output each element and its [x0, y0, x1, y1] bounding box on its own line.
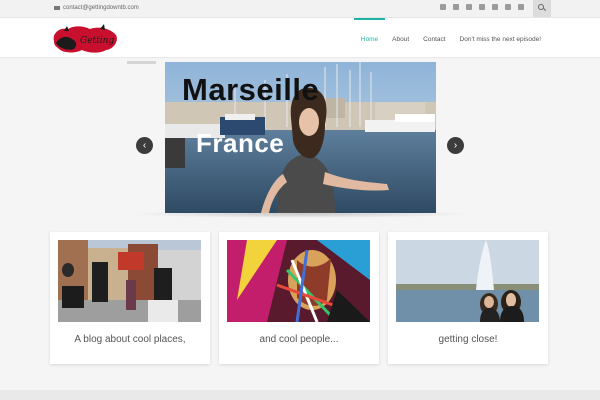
- linkedin-icon[interactable]: [479, 4, 485, 10]
- site-logo[interactable]: Getting: [50, 23, 120, 55]
- top-bar: contact@gettingdowntb.com: [0, 0, 600, 18]
- slide-title-country: France: [196, 128, 285, 158]
- contact-email-link[interactable]: contact@gettingdowntb.com: [54, 5, 139, 11]
- main-nav: Home About Contact Don't miss the next e…: [353, 18, 548, 58]
- slider-tab: [127, 61, 156, 64]
- slide-title-city: Marseille: [182, 72, 320, 107]
- slider-next-button[interactable]: ›: [447, 137, 464, 154]
- card-caption: A blog about cool places,: [74, 334, 186, 345]
- feature-card[interactable]: A blog about cool places,: [50, 232, 210, 364]
- social-links: [440, 4, 524, 10]
- card-image-statues: [58, 240, 201, 322]
- hero-slider: Marseille France: [165, 62, 436, 213]
- nav-contact[interactable]: Contact: [416, 18, 452, 58]
- feature-card[interactable]: getting close!: [388, 232, 548, 364]
- facebook-icon[interactable]: [505, 4, 511, 10]
- envelope-icon: [54, 6, 60, 10]
- card-caption: getting close!: [438, 334, 498, 345]
- slider-prev-button[interactable]: ‹: [136, 137, 153, 154]
- svg-text:Getting: Getting: [80, 36, 114, 46]
- card-caption: and cool people...: [259, 334, 339, 345]
- search-button[interactable]: [533, 0, 551, 17]
- footer-strip: [0, 390, 600, 400]
- site-header: Getting Home About Contact Don't miss th…: [0, 18, 600, 58]
- nav-home[interactable]: Home: [353, 18, 386, 58]
- youtube-icon[interactable]: [453, 4, 459, 10]
- pinterest-icon[interactable]: [492, 4, 498, 10]
- feature-card[interactable]: and cool people...: [219, 232, 379, 364]
- google-plus-icon[interactable]: [466, 4, 472, 10]
- card-image-lake: [396, 240, 539, 322]
- contact-email: contact@gettingdowntb.com: [63, 5, 139, 11]
- nav-about[interactable]: About: [385, 18, 416, 58]
- twitter-icon[interactable]: [518, 4, 524, 10]
- card-image-carnival: [227, 240, 370, 322]
- instagram-icon[interactable]: [440, 4, 446, 10]
- nav-next-episode[interactable]: Don't miss the next episode!: [453, 18, 548, 58]
- chevron-left-icon: ‹: [142, 140, 147, 151]
- chevron-right-icon: ›: [453, 140, 458, 151]
